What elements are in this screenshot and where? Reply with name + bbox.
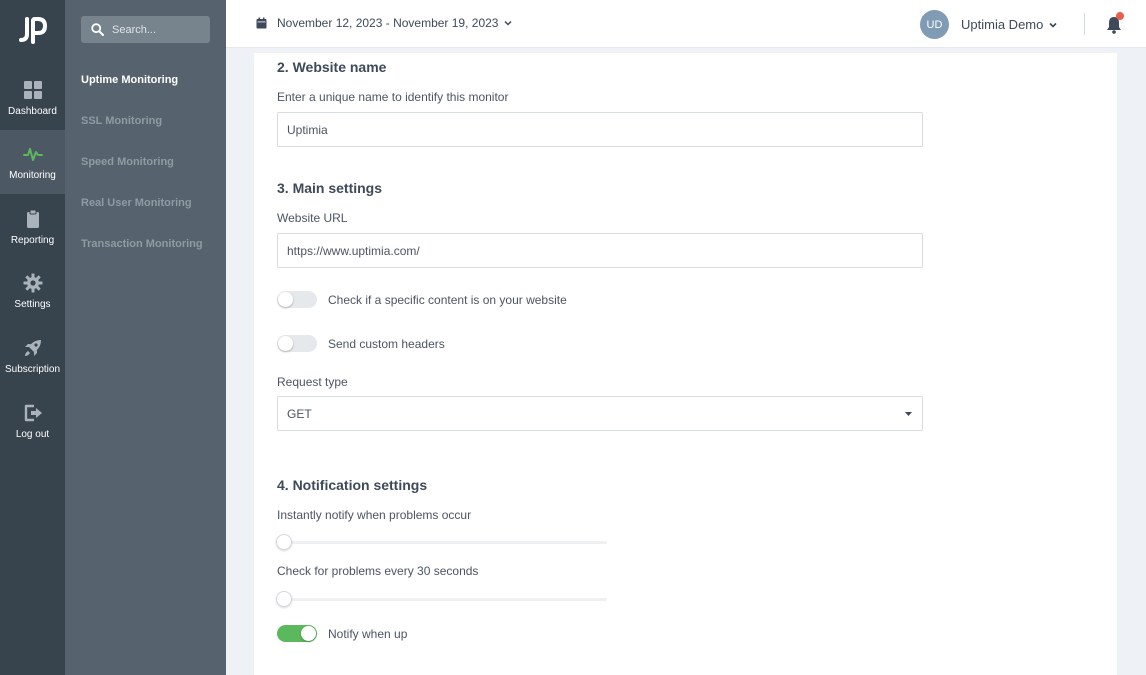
notify-when-up-label: Notify when up xyxy=(328,627,408,641)
logout-icon xyxy=(24,404,42,421)
caret-down-icon xyxy=(905,411,912,416)
section-title-notification-settings: 4. Notification settings xyxy=(277,477,428,493)
content-check-toggle[interactable] xyxy=(277,291,317,308)
sidebar-item-label: Log out xyxy=(15,428,50,440)
sidebar-item-logout[interactable]: Log out xyxy=(0,389,65,453)
sidebar-item-monitoring[interactable]: Monitoring xyxy=(0,130,65,194)
search-box[interactable] xyxy=(81,16,210,43)
content-check-label: Check if a specific content is on your w… xyxy=(328,293,567,307)
sidebar-item-subscription[interactable]: Subscription xyxy=(0,324,65,388)
toggle-knob xyxy=(278,336,293,351)
user-name: Uptimia Demo xyxy=(961,17,1044,32)
check-interval-slider[interactable] xyxy=(276,591,607,607)
website-name-input[interactable] xyxy=(277,112,923,147)
date-range-picker[interactable]: November 12, 2023 - November 19, 2023 xyxy=(256,16,522,30)
clipboard-icon xyxy=(26,209,39,228)
chevron-down-icon xyxy=(504,20,512,26)
header-divider xyxy=(1084,13,1085,35)
website-name-label: Enter a unique name to identify this mon… xyxy=(277,90,509,104)
notify-delay-slider[interactable] xyxy=(276,534,607,550)
subnav-item-uptime-monitoring[interactable]: Uptime Monitoring xyxy=(81,74,178,86)
grid-icon xyxy=(23,80,42,99)
slider-track xyxy=(277,541,607,544)
monitor-form-panel: 2. Website name Enter a unique name to i… xyxy=(254,53,1117,675)
uptimia-logo-icon xyxy=(18,17,47,44)
toggle-knob xyxy=(301,626,316,641)
gear-icon xyxy=(23,273,42,292)
custom-headers-label: Send custom headers xyxy=(328,337,445,351)
pulse-icon xyxy=(22,147,43,161)
sidebar-item-label: Reporting xyxy=(10,234,55,246)
search-icon xyxy=(91,23,104,36)
date-range-label: November 12, 2023 - November 19, 2023 xyxy=(277,16,499,30)
sidebar-item-reporting[interactable]: Reporting xyxy=(0,195,65,259)
calendar-icon xyxy=(256,17,267,29)
user-menu[interactable]: UD Uptimia Demo xyxy=(920,10,1057,39)
slider-thumb[interactable] xyxy=(276,591,292,607)
avatar: UD xyxy=(920,10,949,39)
secondary-nav: Uptime Monitoring SSL Monitoring Speed M… xyxy=(65,0,226,675)
sidebar-item-settings[interactable]: Settings xyxy=(0,259,65,323)
website-url-input[interactable] xyxy=(277,233,923,268)
sidebar-item-label: Monitoring xyxy=(9,169,56,181)
top-header: November 12, 2023 - November 19, 2023 UD… xyxy=(226,0,1146,48)
slider-thumb[interactable] xyxy=(276,534,292,550)
icon-rail: Dashboard Monitoring Reporting Settings … xyxy=(0,0,65,675)
section-title-main-settings: 3. Main settings xyxy=(277,180,383,196)
notify-when-up-toggle[interactable] xyxy=(277,625,317,642)
subnav-item-transaction-monitoring[interactable]: Transaction Monitoring xyxy=(81,238,203,250)
search-input[interactable] xyxy=(112,23,202,36)
custom-headers-toggle[interactable] xyxy=(277,335,317,352)
subnav-item-speed-monitoring[interactable]: Speed Monitoring xyxy=(81,156,174,168)
notifications-button[interactable] xyxy=(1106,12,1124,34)
section-title-website-name: 2. Website name xyxy=(277,59,387,75)
notification-dot xyxy=(1116,12,1124,20)
slider-track xyxy=(277,598,607,601)
toggle-knob xyxy=(278,292,293,307)
rocket-icon xyxy=(24,339,41,356)
request-type-select[interactable]: GET xyxy=(277,396,923,431)
request-type-value: GET xyxy=(287,406,312,421)
sidebar-item-label: Subscription xyxy=(4,363,61,375)
chevron-down-icon xyxy=(1049,22,1057,28)
notify-slider-label: Instantly notify when problems occur xyxy=(277,508,472,522)
website-url-label: Website URL xyxy=(277,211,348,225)
request-type-label: Request type xyxy=(277,375,348,389)
sidebar-item-label: Settings xyxy=(14,298,51,310)
sidebar-item-dashboard[interactable]: Dashboard xyxy=(0,66,65,130)
sidebar-item-label: Dashboard xyxy=(8,105,57,117)
subnav-item-real-user-monitoring[interactable]: Real User Monitoring xyxy=(81,197,192,209)
logo[interactable] xyxy=(0,0,65,60)
check-interval-label: Check for problems every 30 seconds xyxy=(277,564,479,578)
subnav-item-ssl-monitoring[interactable]: SSL Monitoring xyxy=(81,115,162,127)
